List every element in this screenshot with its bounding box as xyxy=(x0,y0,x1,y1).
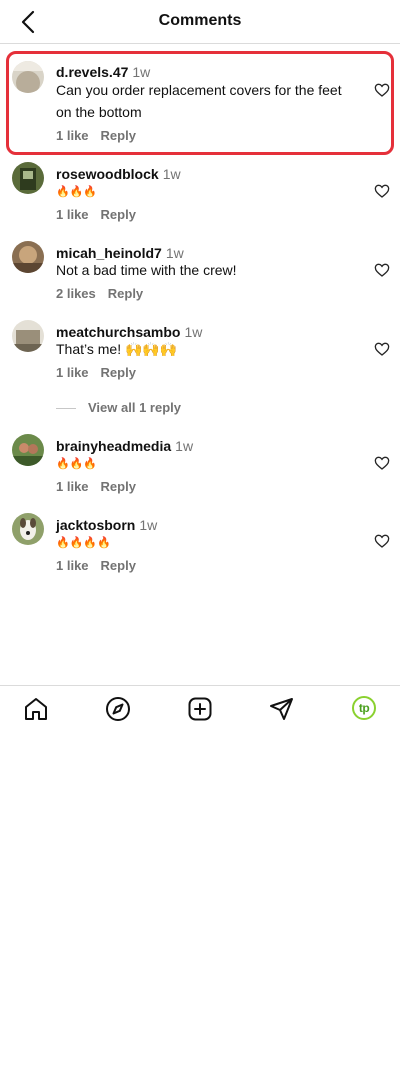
avatar[interactable] xyxy=(12,320,44,352)
comment-text: Not a bad time with the crew! xyxy=(56,262,237,278)
likes-count[interactable]: 1 like xyxy=(56,207,89,222)
view-replies: View all 1 reply xyxy=(56,400,181,415)
comment-meta: 2 likes Reply xyxy=(56,286,143,301)
comment-meta: 1 like Reply xyxy=(56,479,136,494)
comment-time: 1w xyxy=(175,438,194,454)
avatar[interactable] xyxy=(12,434,44,466)
comment-meta: 1 like Reply xyxy=(56,558,136,573)
direct-message-icon[interactable] xyxy=(268,695,296,723)
comment-time: 1w xyxy=(139,517,158,533)
comment-item: rosewoodblock 1w 🔥🔥🔥 1 like Reply xyxy=(0,162,400,225)
likes-count[interactable]: 1 like xyxy=(56,479,89,494)
comment-text: 🔥🔥🔥 xyxy=(56,186,98,198)
heart-icon[interactable] xyxy=(374,455,390,471)
heart-icon[interactable] xyxy=(374,183,390,199)
comment-item: micah_heinold7 1w Not a bad time with the… xyxy=(0,241,400,304)
avatar[interactable] xyxy=(12,241,44,273)
new-post-icon[interactable] xyxy=(186,695,214,723)
bottom-tab-bar: tp xyxy=(0,685,400,731)
comment-text: 🔥🔥🔥 xyxy=(56,458,98,470)
profile-avatar[interactable]: tp xyxy=(352,696,376,720)
avatar[interactable] xyxy=(12,162,44,194)
divider xyxy=(56,408,76,410)
highlight-box xyxy=(6,51,394,155)
page-title: Comments xyxy=(158,12,242,29)
reply-button[interactable]: Reply xyxy=(101,479,136,494)
comment-time: 1w xyxy=(162,166,181,182)
heart-icon[interactable] xyxy=(374,341,390,357)
comment-text: 🔥🔥🔥🔥 xyxy=(56,537,111,549)
heart-icon[interactable] xyxy=(374,262,390,278)
comment-text: That’s me! 🙌🙌🙌 xyxy=(56,341,178,357)
view-replies-button[interactable]: View all 1 reply xyxy=(88,400,181,415)
likes-count[interactable]: 2 likes xyxy=(56,286,96,301)
avatar[interactable] xyxy=(12,513,44,545)
reply-button[interactable]: Reply xyxy=(101,207,136,222)
username[interactable]: brainyheadmedia xyxy=(56,438,171,454)
comment-item: brainyheadmedia 1w 🔥🔥🔥 1 like Reply xyxy=(0,434,400,497)
reply-button[interactable]: Reply xyxy=(101,365,136,380)
comment-item: meatchurchsambo 1w That’s me! 🙌🙌🙌 1 like R… xyxy=(0,320,400,383)
header: Comments xyxy=(0,0,400,44)
home-icon[interactable] xyxy=(22,695,50,723)
likes-count[interactable]: 1 like xyxy=(56,558,89,573)
reply-button[interactable]: Reply xyxy=(108,286,143,301)
comment-meta: 1 like Reply xyxy=(56,207,136,222)
likes-count[interactable]: 1 like xyxy=(56,365,89,380)
username[interactable]: jacktosborn xyxy=(56,517,135,533)
comment-item: jacktosborn 1w 🔥🔥🔥🔥 1 like Reply xyxy=(0,513,400,576)
reply-button[interactable]: Reply xyxy=(101,558,136,573)
username[interactable]: rosewoodblock xyxy=(56,166,159,182)
heart-icon[interactable] xyxy=(374,533,390,549)
explore-icon[interactable] xyxy=(104,695,132,723)
comment-meta: 1 like Reply xyxy=(56,365,136,380)
